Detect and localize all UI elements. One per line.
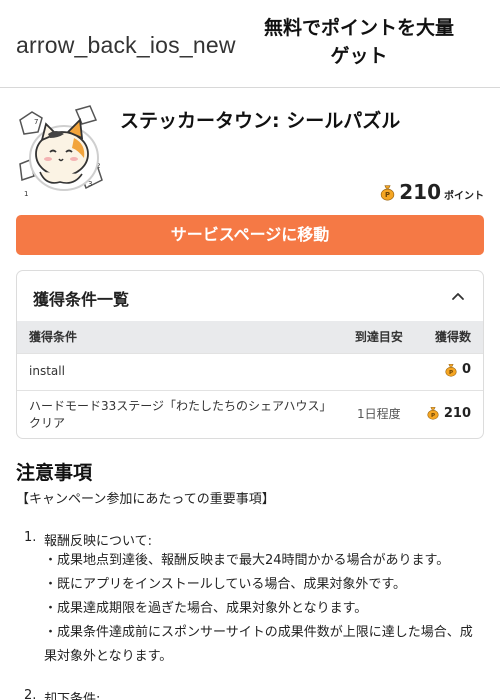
condition-cell: ハードモード33ステージ「わたしたちのシェアハウス」クリア [29,398,332,430]
sticker-cat-app-icon: 7 1 3 2 [16,104,112,200]
list-item: ・成果条件達成前にスポンサーサイトの成果件数が上限に達した場合、成果対象外となり… [44,625,473,664]
conditions-title: 獲得条件一覧 [33,290,130,309]
list-item-number: 2. [24,688,37,700]
column-header-eta: 到達目安 [354,330,403,345]
table-row: ハードモード33ステージ「わたしたちのシェアハウス」クリア 1日程度 P 210 [17,390,483,438]
list-item-number: 1. [24,530,37,545]
back-button[interactable]: arrow_back_ios_new [16,32,236,59]
app-summary: 7 1 3 2 ステッカータウン: シールパズル P 210 ポイント [16,104,484,204]
svg-text:P: P [431,413,435,419]
table-header-row: 獲得条件 到達目安 獲得数 [17,321,483,353]
eta-cell [344,353,414,390]
app-name: ステッカータウン: シールパズル [120,110,401,132]
column-header-points: 獲得数 [434,330,471,345]
list-item-label: 報酬反映について: [44,534,152,549]
condition-cell: install [29,364,65,378]
list-item: ・既にアプリをインストールしている場合、成果対象外です。 [44,577,407,592]
service-page-button[interactable]: サービスページに移動 [16,215,484,255]
points-value: 210 [443,405,471,421]
table-row: install P 0 [17,353,483,390]
svg-text:7: 7 [34,118,38,126]
svg-text:1: 1 [24,190,28,198]
chevron-up-icon[interactable] [451,289,465,303]
points-value: 210 [399,180,441,204]
list-item: ・成果地点到達後、報酬反映まで最大24時間かかる場合があります。 [44,553,450,568]
notes-title: 注意事項 [16,462,93,484]
points-value: 0 [461,362,471,378]
coin-bag-icon: P [427,407,439,420]
conditions-card: 獲得条件一覧 獲得条件 到達目安 獲得数 install P 0 ハードモード3… [16,270,484,439]
eta-cell: 1日程度 [357,407,401,422]
coin-bag-icon: P [381,184,395,200]
list-item: ・成果達成期限を過ぎた場合、成果対象外となります。 [44,601,368,616]
svg-text:P: P [385,191,390,199]
conditions-header[interactable]: 獲得条件一覧 [17,271,483,321]
total-points: P 210 ポイント [379,180,484,204]
column-header-condition: 獲得条件 [29,330,78,345]
top-bar: arrow_back_ios_new 無料でポイントを大量ゲット [0,0,500,88]
notes-subtitle: 【キャンペーン参加にあたっての重要事項】 [16,492,275,507]
conditions-table: 獲得条件 到達目安 獲得数 install P 0 ハードモード33ステージ「わ… [17,321,483,438]
coin-bag-icon: P [445,363,457,377]
list-item-label: 却下条件: [44,692,101,700]
page-title: 無料でポイントを大量ゲット [263,17,454,67]
points-unit: ポイント [444,191,484,202]
points-cell: P 210 [426,405,471,422]
points-cell: P 0 [444,361,471,378]
svg-text:P: P [449,370,453,376]
